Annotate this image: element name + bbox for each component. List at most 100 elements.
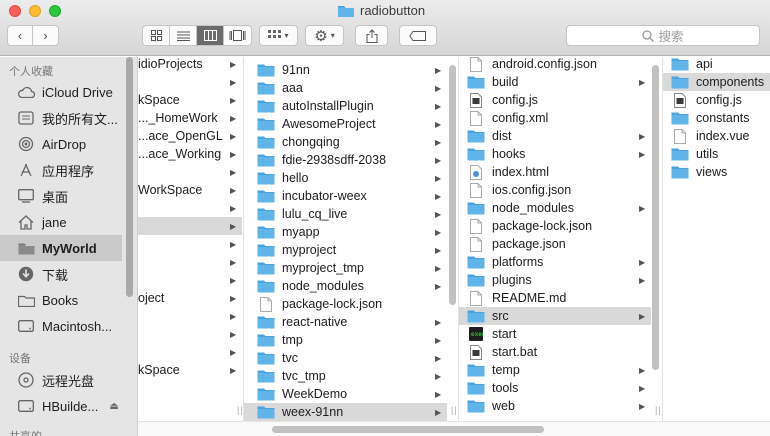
file-row[interactable]: utils xyxy=(663,145,770,163)
file-row[interactable]: tools ▶ xyxy=(459,379,651,397)
list-view-button[interactable] xyxy=(170,26,197,45)
file-row[interactable]: 91nn ▶ xyxy=(244,61,447,79)
file-row[interactable]: tvc_tmp ▶ xyxy=(244,367,447,385)
file-row[interactable]: web ▶ xyxy=(459,397,651,415)
file-row[interactable]: README.md xyxy=(459,289,651,307)
sidebar-item-all-files[interactable]: 我的所有文... xyxy=(0,105,122,131)
file-row[interactable]: hooks ▶ xyxy=(459,145,651,163)
edit-tags-button[interactable] xyxy=(399,25,437,46)
file-row[interactable]: lulu_cq_live ▶ xyxy=(244,205,447,223)
icon-view-button[interactable] xyxy=(143,26,170,45)
file-row[interactable]: ▶ xyxy=(138,253,242,271)
sidebar-item-icloud-drive[interactable]: iCloud Drive xyxy=(0,79,122,105)
sidebar-item-desktop[interactable]: 桌面 xyxy=(0,183,122,209)
file-row[interactable]: package-lock.json xyxy=(459,217,651,235)
file-row[interactable]: WorkSpace ▶ xyxy=(138,181,242,199)
sidebar-item-remote-disc[interactable]: 远程光盘 xyxy=(0,367,122,393)
back-button[interactable]: ‹ xyxy=(8,26,34,45)
file-row[interactable]: ...ace_Working ▶ xyxy=(138,145,242,163)
file-row[interactable]: temp ▶ xyxy=(459,361,651,379)
file-row[interactable]: chongqing ▶ xyxy=(244,133,447,151)
file-row[interactable]: android.config.json xyxy=(459,57,651,73)
sidebar-item-home[interactable]: jane xyxy=(0,209,122,235)
gallery-view-button[interactable] xyxy=(224,26,251,45)
file-row[interactable]: package.json xyxy=(459,235,651,253)
file-row[interactable]: exec start xyxy=(459,325,651,343)
file-row[interactable]: myproject ▶ xyxy=(244,241,447,259)
file-row[interactable]: autoInstallPlugin ▶ xyxy=(244,97,447,115)
sidebar-item-macintosh[interactable]: Macintosh... xyxy=(0,313,122,339)
sidebar-item-books[interactable]: Books xyxy=(0,287,122,313)
file-row[interactable]: ..._HomeWork ▶ xyxy=(138,109,242,127)
file-row[interactable]: platforms ▶ xyxy=(459,253,651,271)
file-row[interactable]: ▶ xyxy=(138,199,242,217)
search-field[interactable]: 搜索 xyxy=(566,25,760,46)
file-row[interactable]: config.js xyxy=(663,91,770,109)
column-2-scrollbar[interactable] xyxy=(449,65,456,305)
file-row[interactable]: package-lock.json xyxy=(244,295,447,313)
file-row[interactable]: incubator-weex ▶ xyxy=(244,187,447,205)
file-row[interactable]: AwesomeProject ▶ xyxy=(244,115,447,133)
file-row[interactable]: plugins ▶ xyxy=(459,271,651,289)
file-row[interactable]: node_modules ▶ xyxy=(244,277,447,295)
file-row[interactable]: index.html xyxy=(459,163,651,181)
column-3-scrollbar[interactable] xyxy=(652,65,659,370)
file-row[interactable]: start.bat xyxy=(459,343,651,361)
file-row[interactable]: idioProjects ▶ xyxy=(138,57,242,73)
file-row[interactable]: kSpace ▶ xyxy=(138,91,242,109)
file-row[interactable]: tmp ▶ xyxy=(244,331,447,349)
disclosure-arrow-icon: ▶ xyxy=(435,119,442,129)
file-row[interactable]: kSpace ▶ xyxy=(138,361,242,379)
forward-button[interactable]: › xyxy=(33,26,58,45)
file-row[interactable]: dist ▶ xyxy=(459,127,651,145)
file-row[interactable]: ▶ xyxy=(138,307,242,325)
file-row[interactable]: hello ▶ xyxy=(244,169,447,187)
close-window-button[interactable] xyxy=(9,5,21,17)
file-row[interactable]: aaa ▶ xyxy=(244,79,447,97)
file-row[interactable]: oject ▶ xyxy=(138,289,242,307)
column-resize-handle[interactable]: || xyxy=(451,405,458,415)
file-row[interactable]: build ▶ xyxy=(459,73,651,91)
sidebar-scrollbar[interactable] xyxy=(126,57,133,297)
file-row[interactable]: fdie-2938sdff-2038 ▶ xyxy=(244,151,447,169)
sidebar-item-downloads[interactable]: 下载 xyxy=(0,261,122,287)
eject-icon[interactable]: ⏏ xyxy=(109,401,118,412)
file-row[interactable]: ▶ xyxy=(138,163,242,181)
file-row[interactable]: api xyxy=(663,57,770,73)
file-row[interactable]: myproject_tmp ▶ xyxy=(244,259,447,277)
file-row[interactable]: ▶ xyxy=(138,235,242,253)
zoom-window-button[interactable] xyxy=(49,5,61,17)
file-row[interactable]: ▶ xyxy=(138,325,242,343)
sidebar-item-airdrop[interactable]: AirDrop xyxy=(0,131,122,157)
file-row[interactable]: myapp ▶ xyxy=(244,223,447,241)
sidebar-item-myworld[interactable]: MyWorld xyxy=(0,235,122,261)
arrange-button[interactable]: ▾ xyxy=(259,25,298,46)
file-row[interactable]: constants xyxy=(663,109,770,127)
file-row[interactable]: tvc ▶ xyxy=(244,349,447,367)
file-row[interactable]: config.xml xyxy=(459,109,651,127)
column-view-button[interactable] xyxy=(197,26,224,45)
file-row[interactable]: ios.config.json xyxy=(459,181,651,199)
sidebar-item-hbuilder[interactable]: HBuilde... ⏏ xyxy=(0,393,122,419)
file-row[interactable]: ▶ xyxy=(138,73,242,91)
share-button[interactable] xyxy=(355,25,388,46)
file-row[interactable]: react-native ▶ xyxy=(244,313,447,331)
sidebar-item-applications[interactable]: 应用程序 xyxy=(0,157,122,183)
file-row[interactable]: config.js xyxy=(459,91,651,109)
file-row[interactable]: ▶ xyxy=(138,217,242,235)
file-row[interactable]: ▶ xyxy=(138,271,242,289)
file-row[interactable]: components xyxy=(663,73,770,91)
file-row[interactable]: ...ace_OpenGL ▶ xyxy=(138,127,242,145)
file-row[interactable]: WeekDemo ▶ xyxy=(244,385,447,403)
column-resize-handle[interactable]: || xyxy=(237,405,243,415)
file-row[interactable]: views xyxy=(663,163,770,181)
column-resize-handle[interactable]: || xyxy=(655,405,662,415)
file-row[interactable]: weex-91nn ▶ xyxy=(244,403,447,421)
minimize-window-button[interactable] xyxy=(29,5,41,17)
file-row[interactable]: index.vue xyxy=(663,127,770,145)
file-row[interactable]: ▶ xyxy=(138,343,242,361)
file-row[interactable]: src ▶ xyxy=(459,307,651,325)
file-row[interactable]: node_modules ▶ xyxy=(459,199,651,217)
horizontal-scrollbar[interactable] xyxy=(272,426,544,433)
action-button[interactable]: ⚙ ▾ xyxy=(305,25,344,46)
